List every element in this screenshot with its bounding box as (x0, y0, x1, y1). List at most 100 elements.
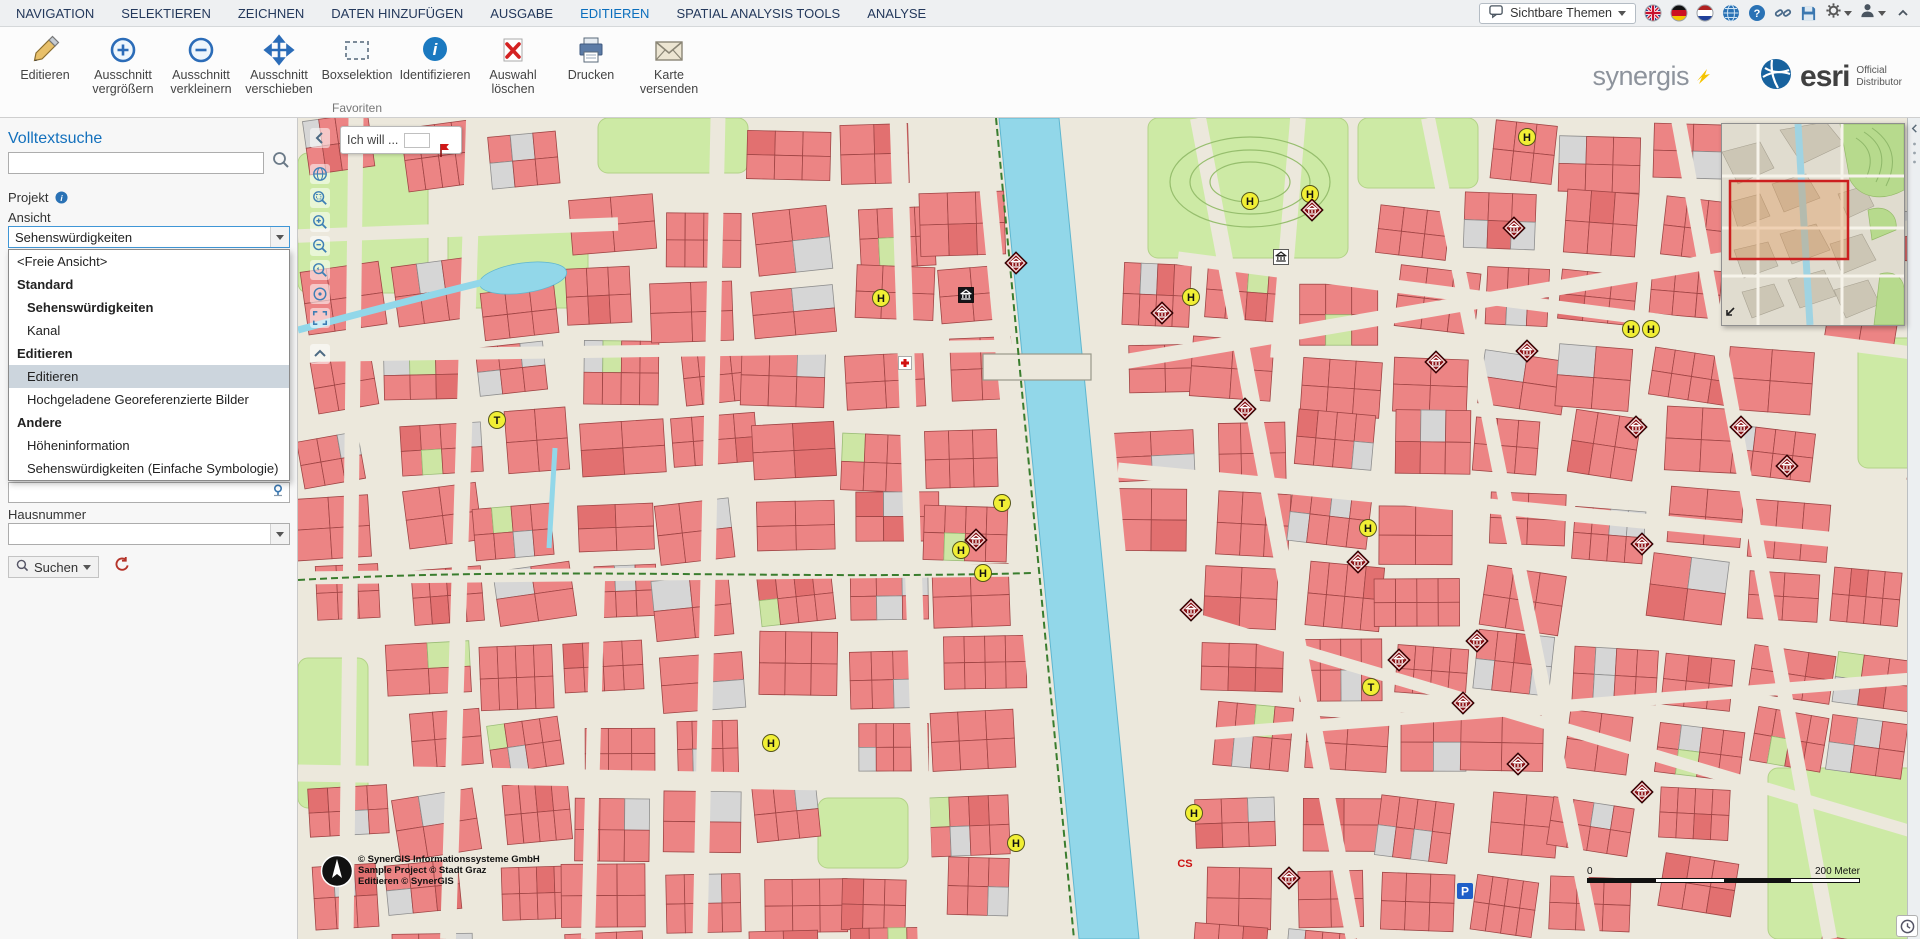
toolbar-button-ausschnitt-verkleinern[interactable]: Ausschnitt verkleinern (162, 34, 240, 96)
toolbar-button-auswahl-l-schen[interactable]: Auswahl löschen (474, 34, 552, 96)
chevron-down-icon (270, 227, 289, 247)
menu-tab-spatial-analysis-tools[interactable]: SPATIAL ANALYSIS TOOLS (676, 6, 840, 21)
menu-tab-editieren[interactable]: EDITIEREN (580, 6, 649, 21)
map-marker-H[interactable]: H (763, 735, 780, 752)
map-marker-museum-light[interactable] (1274, 250, 1289, 265)
view-option-editieren[interactable]: Editieren (9, 365, 289, 388)
toolbar-button-ausschnitt-vergr-ern[interactable]: Ausschnitt vergrößern (84, 34, 162, 96)
view-option-hochgeladene-georeferenzierte-bilder[interactable]: Hochgeladene Georeferenzierte Bilder (9, 388, 289, 411)
reset-icon[interactable] (113, 556, 130, 578)
map-tool-center-icon[interactable] (310, 284, 330, 304)
flag-de-icon[interactable] (1669, 4, 1688, 23)
flag-uk-icon[interactable] (1643, 4, 1662, 23)
fulltext-search-title[interactable]: Volltextsuche (8, 130, 102, 148)
view-option-sehensw-rdigkeiten[interactable]: Sehenswürdigkeiten (9, 296, 289, 319)
view-option-h-heninformation[interactable]: Höheninformation (9, 434, 289, 457)
minimap-resize-icon[interactable] (1724, 305, 1737, 323)
view-select[interactable]: Sehenswürdigkeiten (8, 226, 290, 248)
box-select-icon (341, 34, 373, 66)
collapse-ribbon-icon[interactable] (1893, 4, 1912, 23)
view-option-andere[interactable]: Andere (9, 411, 289, 434)
hausnummer-select[interactable] (8, 523, 290, 545)
map-marker-H[interactable]: H (1360, 520, 1377, 537)
history-clock-button[interactable] (1896, 915, 1918, 937)
toolbar-button-identifizieren[interactable]: iIdentifizieren (396, 34, 474, 82)
menu-tab-ausgabe[interactable]: AUSGABE (490, 6, 553, 21)
link-icon[interactable] (1773, 4, 1792, 23)
fulltext-search-input[interactable] (8, 152, 264, 174)
zoom-in-icon (107, 34, 139, 66)
map-tool-zoom-in-icon[interactable] (310, 212, 330, 232)
map-marker-H[interactable]: H (1008, 835, 1025, 852)
map-marker-H[interactable]: H (953, 542, 970, 559)
flag-marker-icon (436, 142, 452, 163)
svg-text:H: H (957, 545, 965, 557)
search-button[interactable]: Suchen (8, 556, 99, 578)
svg-text:CS: CS (1177, 858, 1192, 870)
menu-tab-daten-hinzuf-gen[interactable]: DATEN HINZUFÜGEN (331, 6, 463, 21)
map-canvas[interactable]: HHHHHHHHHHHHHTTTCSP Ich will ... (298, 118, 1920, 939)
map-marker-H[interactable]: H (1623, 321, 1640, 338)
street-field[interactable] (8, 482, 290, 503)
map-marker-H[interactable]: H (873, 290, 890, 307)
map-tool-full-extent-icon[interactable] (310, 308, 330, 328)
view-option-freie-ansicht[interactable]: <Freie Ansicht> (9, 250, 289, 273)
svg-text:H: H (1627, 324, 1635, 336)
map-marker-T[interactable]: T (489, 412, 506, 429)
map-marker-H[interactable]: H (975, 565, 992, 582)
map-tool-zoom-out-icon[interactable] (310, 236, 330, 256)
map-marker-H[interactable]: H (1183, 289, 1200, 306)
view-option-standard[interactable]: Standard (9, 273, 289, 296)
menu-tab-zeichnen[interactable]: ZEICHNEN (238, 6, 304, 21)
map-marker-H[interactable]: H (1643, 321, 1660, 338)
ribbon-toolbar: EditierenAusschnitt vergrößernAusschnitt… (0, 27, 1920, 118)
iwill-label: Ich will ... (347, 133, 398, 147)
info-icon[interactable]: i (55, 192, 68, 207)
map-marker-T[interactable]: T (994, 495, 1011, 512)
view-dropdown-list: <Freie Ansicht>StandardSehenswürdigkeite… (8, 249, 290, 481)
chevron-down-icon (1844, 11, 1852, 16)
flag-nl-icon[interactable] (1695, 4, 1714, 23)
user-menu-button[interactable] (1859, 2, 1886, 24)
toolbar-button-ausschnitt-verschieben[interactable]: Ausschnitt verschieben (240, 34, 318, 96)
toolbar-button-editieren[interactable]: Editieren (6, 34, 84, 82)
map-marker-H[interactable]: H (1519, 129, 1536, 146)
view-option-sehensw-rdigkeiten-einfache-symbologie[interactable]: Sehenswürdigkeiten (Einfache Symbologie) (9, 457, 289, 480)
view-option-editieren[interactable]: Editieren (9, 342, 289, 365)
project-label: Projekt i (8, 190, 68, 207)
map-marker-museum-dark[interactable] (959, 288, 974, 303)
map-tool-zoom-window-icon[interactable] (310, 188, 330, 208)
search-icon[interactable] (272, 151, 290, 174)
map-marker-H[interactable]: H (1242, 193, 1259, 210)
right-panel-handle[interactable] (1907, 118, 1920, 939)
map-marker-cross[interactable] (899, 357, 912, 370)
collapse-sidebar-icon[interactable] (310, 128, 330, 148)
map-tool-globe-icon[interactable] (310, 164, 330, 184)
chevron-down-icon (1618, 11, 1626, 16)
overview-map[interactable] (1721, 123, 1905, 326)
settings-menu-button[interactable] (1825, 2, 1852, 24)
toolbar-button-boxselektion[interactable]: Boxselektion (318, 34, 396, 82)
map-image[interactable]: HHHHHHHHHHHHHTTTCSP (298, 118, 1920, 939)
globe-icon[interactable] (1721, 4, 1740, 23)
toolbar-button-karte-versenden[interactable]: Karte versenden (630, 34, 708, 96)
collapse-toolbar-icon[interactable] (310, 344, 330, 364)
map-tool-previous-extent-icon[interactable] (310, 260, 330, 280)
menu-tab-analyse[interactable]: ANALYSE (867, 6, 926, 21)
toolbar-button-drucken[interactable]: Drucken (552, 34, 630, 82)
locate-pin-icon[interactable] (271, 483, 285, 502)
svg-text:H: H (979, 568, 987, 580)
map-marker-T[interactable]: T (1363, 679, 1380, 696)
view-option-kanal[interactable]: Kanal (9, 319, 289, 342)
menu-tab-selektieren[interactable]: SELEKTIEREN (121, 6, 211, 21)
menu-tab-navigation[interactable]: NAVIGATION (16, 6, 94, 21)
visible-themes-button[interactable]: Sichtbare Themen (1479, 3, 1636, 24)
map-marker-H[interactable]: H (1186, 805, 1203, 822)
svg-text:T: T (1368, 682, 1375, 694)
map-marker-H[interactable]: H (1302, 186, 1319, 203)
map-marker-parking[interactable]: P (1457, 883, 1473, 899)
iwill-input[interactable] (404, 133, 430, 148)
save-icon[interactable] (1799, 4, 1818, 23)
map-marker-cs[interactable]: CS (1177, 858, 1192, 870)
help-icon[interactable]: ? (1747, 4, 1766, 23)
